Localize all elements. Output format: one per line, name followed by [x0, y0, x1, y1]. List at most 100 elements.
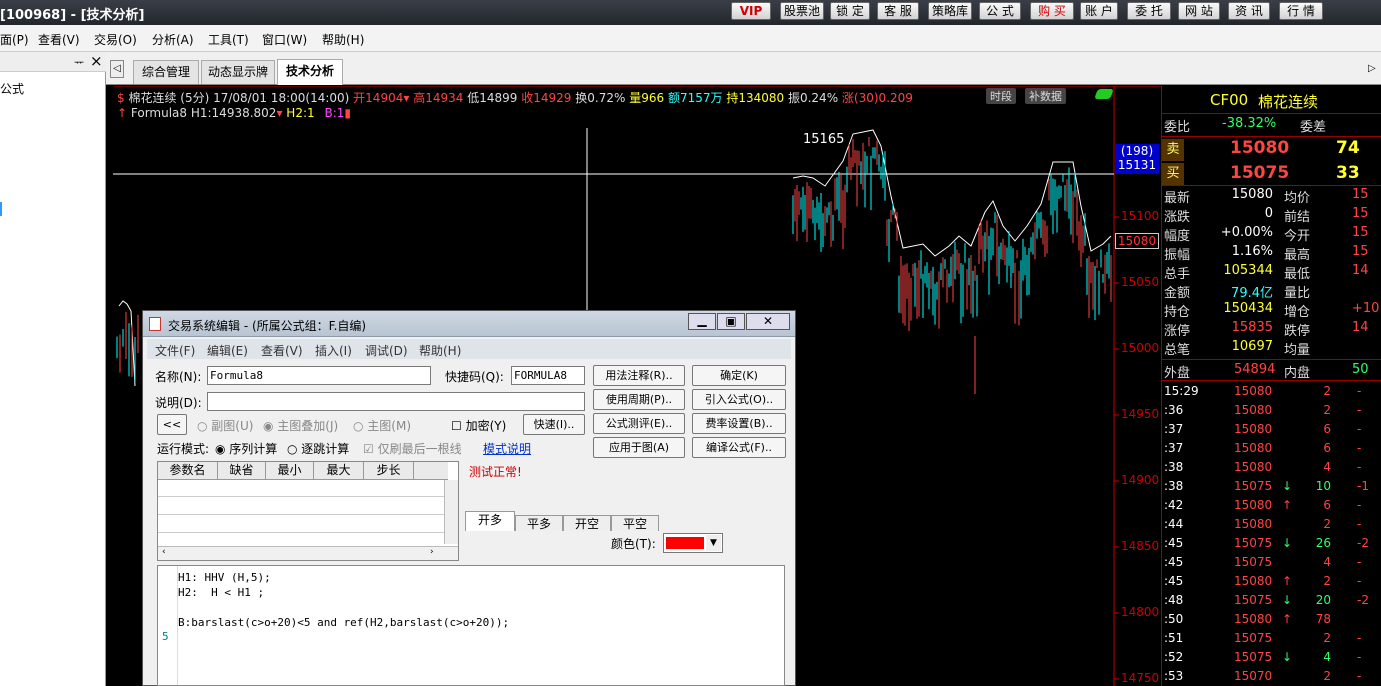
current-price-badge: 15080 [1115, 233, 1159, 249]
maximize-icon[interactable]: ▣ [717, 313, 745, 330]
ok-button[interactable]: 确定(K) [692, 365, 786, 386]
description-input[interactable] [207, 392, 585, 411]
dialog-title-bar: 交易系统编辑 - (所属公式组：F.自编) ▁ ▣ ✕ [143, 311, 795, 337]
dialog-menu-item[interactable]: 插入(I) [315, 342, 352, 359]
param-header[interactable]: 参数名 [158, 462, 218, 480]
last-bar-checkbox[interactable]: ☑ 仅刷最后一根线 [363, 440, 462, 457]
top-button-1[interactable]: 股票池 [780, 2, 824, 20]
signal-tab[interactable]: 平空 [611, 515, 659, 531]
param-header[interactable]: 最小 [266, 462, 314, 480]
back-button[interactable]: << [157, 414, 187, 435]
param-scrollbar[interactable] [444, 480, 458, 544]
menu-item-3[interactable]: 分析(A) [152, 31, 194, 48]
period-button[interactable]: 时段 [986, 88, 1016, 104]
signal-tab[interactable]: 开多 [465, 511, 515, 531]
top-button-6[interactable]: 购 买 [1030, 2, 1074, 20]
encrypt-checkbox[interactable]: ☐ 加密(Y) [451, 417, 506, 434]
radio-tick[interactable]: ○ 逐跳计算 [287, 440, 349, 457]
supplement-data-button[interactable]: 补数据 [1025, 88, 1066, 104]
tick-arrow-icon: ↓ [1282, 536, 1293, 550]
tick-price: 15075 [1234, 631, 1273, 645]
contract-code: CF00 [1210, 91, 1249, 109]
tick-change: - [1357, 422, 1362, 436]
menu-item-1[interactable]: 查看(V) [38, 31, 80, 48]
formula-eval-button[interactable]: 公式测评(E).. [593, 413, 685, 434]
tick-volume: 4 [1323, 650, 1331, 664]
top-button-0[interactable]: VIP [731, 2, 771, 20]
menu-item-2[interactable]: 交易(O) [94, 31, 137, 48]
radio-sequence[interactable]: ◉ 序列计算 [215, 440, 277, 457]
param-header[interactable]: 最大 [314, 462, 364, 480]
top-button-4[interactable]: 策略库 [928, 2, 972, 20]
menu-item-0[interactable]: 面(P) [0, 31, 29, 48]
top-button-8[interactable]: 委 托 [1127, 2, 1171, 20]
menu-item-6[interactable]: 帮助(H) [322, 31, 364, 48]
tick-arrow-icon: ↓ [1282, 593, 1293, 607]
weibi-value: -38.32% [1222, 116, 1277, 131]
top-button-3[interactable]: 客 服 [877, 2, 919, 20]
import-formula-button[interactable]: 引入公式(O).. [692, 389, 786, 410]
top-button-7[interactable]: 账 户 [1080, 2, 1118, 20]
price-axis-tick: 15050 [1121, 275, 1160, 289]
stat-value: 15 [1352, 225, 1369, 240]
menu-item-4[interactable]: 工具(T) [208, 31, 249, 48]
dialog-menu-item[interactable]: 调试(D) [365, 342, 408, 359]
tick-volume: 2 [1323, 631, 1331, 645]
param-header[interactable]: 步长 [364, 462, 414, 480]
syntax-note-button[interactable]: 用法注释(R).. [593, 365, 685, 386]
signal-tab[interactable]: 平多 [515, 515, 563, 531]
tab-technical-analysis[interactable]: 技术分析 [277, 59, 343, 85]
chevron-down-icon[interactable]: ▼ [706, 535, 721, 551]
top-button-9[interactable]: 网 站 [1178, 2, 1220, 20]
pin-icon[interactable]: ᅲ [74, 54, 84, 70]
name-input[interactable]: Formula8 [207, 366, 431, 385]
tab-overview[interactable]: 综合管理 [133, 60, 199, 84]
tab-scroll-right-icon[interactable]: ▷ [1368, 60, 1381, 78]
formula-tree-item[interactable]: 公式 [0, 80, 24, 97]
top-button-5[interactable]: 公 式 [979, 2, 1021, 20]
color-select[interactable]: ▼ [663, 533, 723, 553]
tick-time: :36 [1164, 403, 1184, 417]
radio-main-chart[interactable]: ○ 主图(M) [353, 417, 411, 434]
stat-label: 幅度 [1164, 229, 1191, 244]
param-table[interactable]: 参数名 缺省 最小 最大 步长 ‹ › [157, 461, 459, 561]
top-button-11[interactable]: 行 情 [1279, 2, 1323, 20]
stat-value: 105344 [1223, 263, 1273, 278]
dialog-menu-item[interactable]: 文件(F) [155, 342, 195, 359]
signal-tab[interactable]: 开空 [563, 515, 611, 531]
stat-label: 涨停 [1164, 324, 1191, 339]
fee-settings-button[interactable]: 费率设置(B).. [692, 413, 786, 434]
dialog-menu-item[interactable]: 帮助(H) [419, 342, 461, 359]
formula-panel: ᅲ × 公式 [0, 52, 106, 686]
selection-marker [0, 202, 2, 216]
param-hscrollbar[interactable]: ‹ › [158, 546, 458, 560]
close-icon[interactable]: ✕ [746, 313, 790, 330]
outer-label: 外盘 [1164, 366, 1191, 381]
code-editor[interactable]: H1: HHV (H,5); H2: H < H1 ; B:barslast(c>o… [157, 565, 785, 686]
formula-b: B:1 [324, 106, 345, 120]
close-icon[interactable]: × [90, 52, 103, 70]
param-header[interactable]: 缺省 [218, 462, 266, 480]
tick-change: - [1357, 460, 1362, 474]
apply-to-chart-button[interactable]: 应用于图(A) [593, 437, 685, 458]
use-period-button[interactable]: 使用周期(P).. [593, 389, 685, 410]
menu-item-5[interactable]: 窗口(W) [262, 31, 307, 48]
dialog-menu-item[interactable]: 编辑(E) [207, 342, 248, 359]
top-button-10[interactable]: 资 讯 [1228, 2, 1270, 20]
tab-dynamic-board[interactable]: 动态显示牌 [201, 60, 275, 84]
tick-time: :52 [1164, 650, 1184, 664]
tick-time: :51 [1164, 631, 1184, 645]
compile-formula-button[interactable]: 编译公式(F).. [692, 437, 786, 458]
radio-sub-chart[interactable]: ○ 副图(U) [197, 417, 253, 434]
radio-main-overlay[interactable]: ◉ 主图叠加(J) [263, 417, 338, 434]
dialog-menu-item[interactable]: 查看(V) [261, 342, 303, 359]
top-button-2[interactable]: 锁 定 [830, 2, 870, 20]
mode-help-link[interactable]: 模式说明 [483, 440, 531, 457]
tick-volume: 2 [1323, 517, 1331, 531]
shortcut-input[interactable]: FORMULA8 [511, 366, 585, 385]
minimize-icon[interactable]: ▁ [688, 313, 716, 330]
tab-scroll-left-icon[interactable]: ◁ [110, 60, 124, 78]
fast-button[interactable]: 快速(I).. [523, 414, 585, 435]
tick-change: - [1357, 441, 1362, 455]
